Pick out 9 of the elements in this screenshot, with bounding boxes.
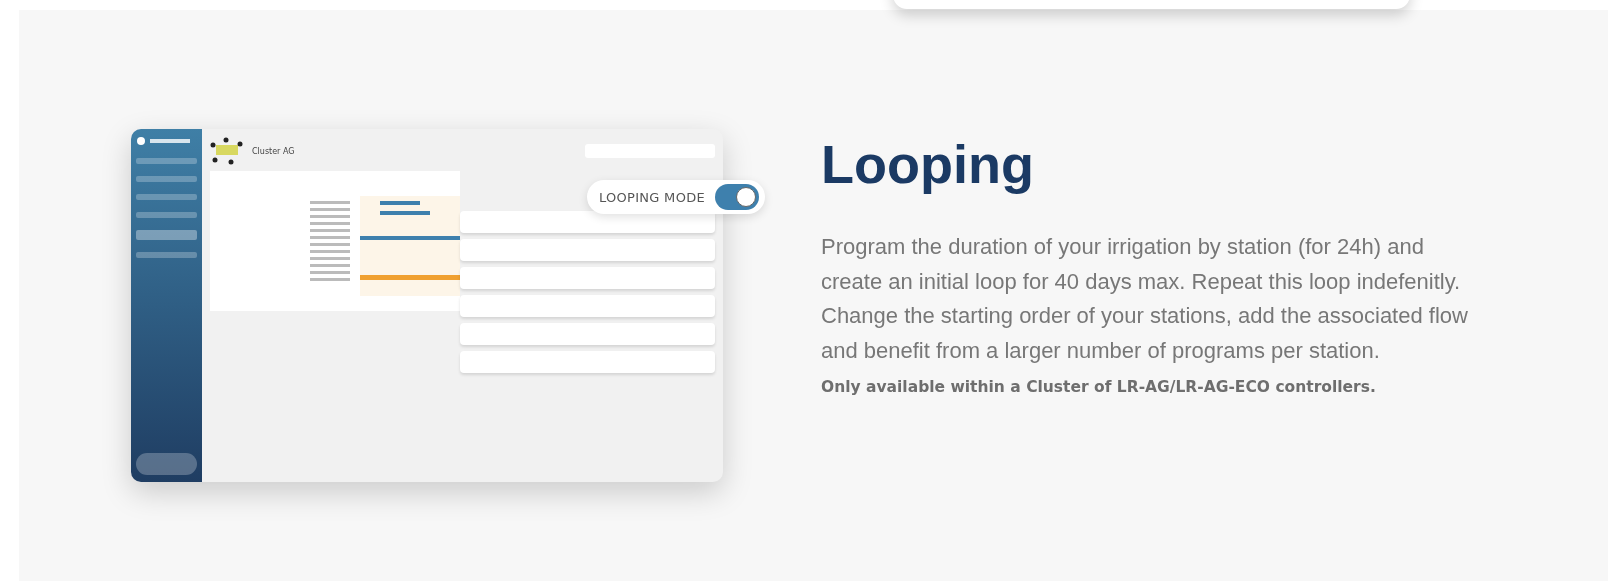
schedule-bar [380,201,420,205]
availability-note: Only available within a Cluster of LR-AG/LR-AG-ECO controllers. [821,378,1377,397]
schedule-bar [380,211,430,215]
cluster-title: Cluster AG [252,146,295,156]
cluster-icon [210,137,244,165]
feature-description: Program the duration of your irrigation by station (for 24h) and create an initial loop for 40 days max. Repeat this loop indefenitly. Change the starting order of your stations, add the associated flow and benefit from a larger number of programs per station. [821,233,1469,365]
looping-toggle[interactable] [715,184,759,210]
feature-title: Looping [821,135,1035,195]
toggle-label: LOOPING MODE [598,189,705,205]
